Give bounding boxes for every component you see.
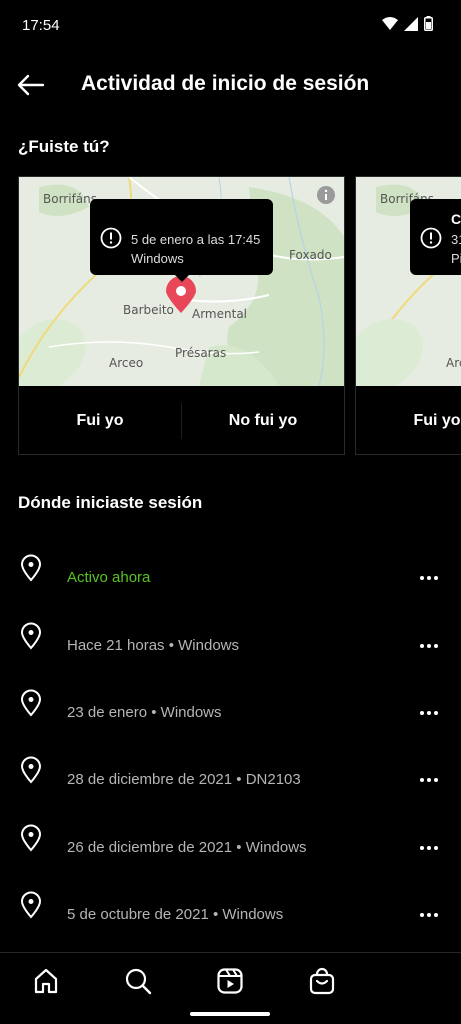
- header: Actividad de inicio de sesión: [0, 56, 461, 112]
- nav-shop[interactable]: [306, 965, 338, 997]
- battery-icon: [424, 16, 433, 31]
- session-text: 5 de octubre de 2021 • Windows: [67, 906, 284, 923]
- fui-yo-button[interactable]: Fui yo: [356, 386, 461, 455]
- tooltip-date: 31: [451, 232, 461, 247]
- status-time: 17:54: [22, 17, 60, 34]
- login-cards-carousel[interactable]: Borrifáns Foxado Barbeito Armental Présa…: [18, 176, 461, 456]
- session-text: 26 de diciembre de 2021 • Windows: [67, 839, 307, 856]
- signal-icon: [404, 16, 418, 31]
- card-actions: Fui yo: [356, 386, 461, 455]
- reels-icon: [217, 968, 243, 994]
- nav-home[interactable]: [30, 965, 62, 997]
- session-item[interactable]: 23 de enero • Windows: [0, 687, 461, 747]
- session-text: 28 de diciembre de 2021 • DN2103: [67, 771, 301, 788]
- back-arrow-icon: [17, 74, 45, 96]
- nav-reels[interactable]: [214, 965, 246, 997]
- more-icon[interactable]: [417, 701, 441, 725]
- map-label: Foxado: [289, 248, 332, 262]
- location-pin-icon: [20, 689, 42, 717]
- login-card: Borrifáns Foxado Barbeito Armental Présa…: [18, 176, 345, 455]
- map-label: Arc: [446, 356, 461, 370]
- login-map[interactable]: Borrifáns Foxado Barbeito Armental Présa…: [19, 177, 344, 386]
- session-item[interactable]: 26 de diciembre de 2021 • Windows: [0, 822, 461, 882]
- session-item[interactable]: 28 de diciembre de 2021 • DN2103: [0, 754, 461, 814]
- home-icon: [34, 968, 58, 994]
- location-pin-icon: [20, 891, 42, 919]
- back-button[interactable]: [14, 68, 48, 102]
- location-pin-icon: [20, 824, 42, 852]
- session-item[interactable]: 5 de octubre de 2021 • Windows: [0, 889, 461, 949]
- shop-icon: [309, 967, 335, 995]
- home-indicator: [190, 1012, 270, 1016]
- more-icon[interactable]: [417, 836, 441, 860]
- nav-search[interactable]: [122, 965, 154, 997]
- session-text: Hace 21 horas • Windows: [67, 637, 239, 654]
- alert-icon: [100, 227, 122, 249]
- login-map[interactable]: Borrifáns Arc C 31 Pi: [356, 177, 461, 386]
- more-icon[interactable]: [417, 768, 441, 792]
- location-pin-icon: [20, 756, 42, 784]
- tooltip-device: Pi: [451, 251, 461, 266]
- location-marker-icon: [166, 277, 196, 313]
- map-label: Arceo: [109, 356, 144, 370]
- login-card: Borrifáns Arc C 31 Pi Fui yo: [355, 176, 461, 455]
- status-bar: 17:54: [0, 0, 461, 52]
- sessions-section-title: Dónde iniciaste sesión: [18, 493, 203, 512]
- info-icon[interactable]: [317, 186, 335, 204]
- session-item[interactable]: Hace 21 horas • Windows: [0, 620, 461, 680]
- card-actions: Fui yo No fui yo: [19, 386, 344, 455]
- more-icon[interactable]: [417, 903, 441, 927]
- tooltip-title: C: [451, 211, 461, 227]
- session-item[interactable]: Activo ahora: [0, 552, 461, 612]
- status-icons: [382, 16, 433, 31]
- location-pin-icon: [20, 622, 42, 650]
- no-fui-yo-button[interactable]: No fui yo: [182, 386, 344, 455]
- tooltip-device: Windows: [131, 251, 184, 266]
- wifi-icon: [382, 16, 398, 30]
- more-icon[interactable]: [417, 566, 441, 590]
- tooltip-date: 5 de enero a las 17:45: [131, 232, 261, 247]
- login-tooltip: C 31 Pi: [410, 199, 461, 275]
- map-label: Borrifáns: [43, 192, 97, 206]
- login-tooltip: 5 de enero a las 17:45 Windows: [90, 199, 273, 275]
- fui-yo-button[interactable]: Fui yo: [19, 386, 181, 455]
- map-label: Armental: [192, 307, 248, 321]
- confirm-section-title: ¿Fuiste tú?: [18, 137, 110, 156]
- tooltip-arrow: [173, 273, 191, 282]
- location-pin-icon: [20, 554, 42, 582]
- more-icon[interactable]: [417, 634, 441, 658]
- page-title: Actividad de inicio de sesión: [81, 72, 370, 95]
- session-text: Activo ahora: [67, 569, 151, 586]
- session-text: 23 de enero • Windows: [67, 704, 222, 721]
- alert-icon: [420, 227, 442, 249]
- map-label: Présaras: [175, 346, 227, 360]
- search-icon: [125, 968, 152, 995]
